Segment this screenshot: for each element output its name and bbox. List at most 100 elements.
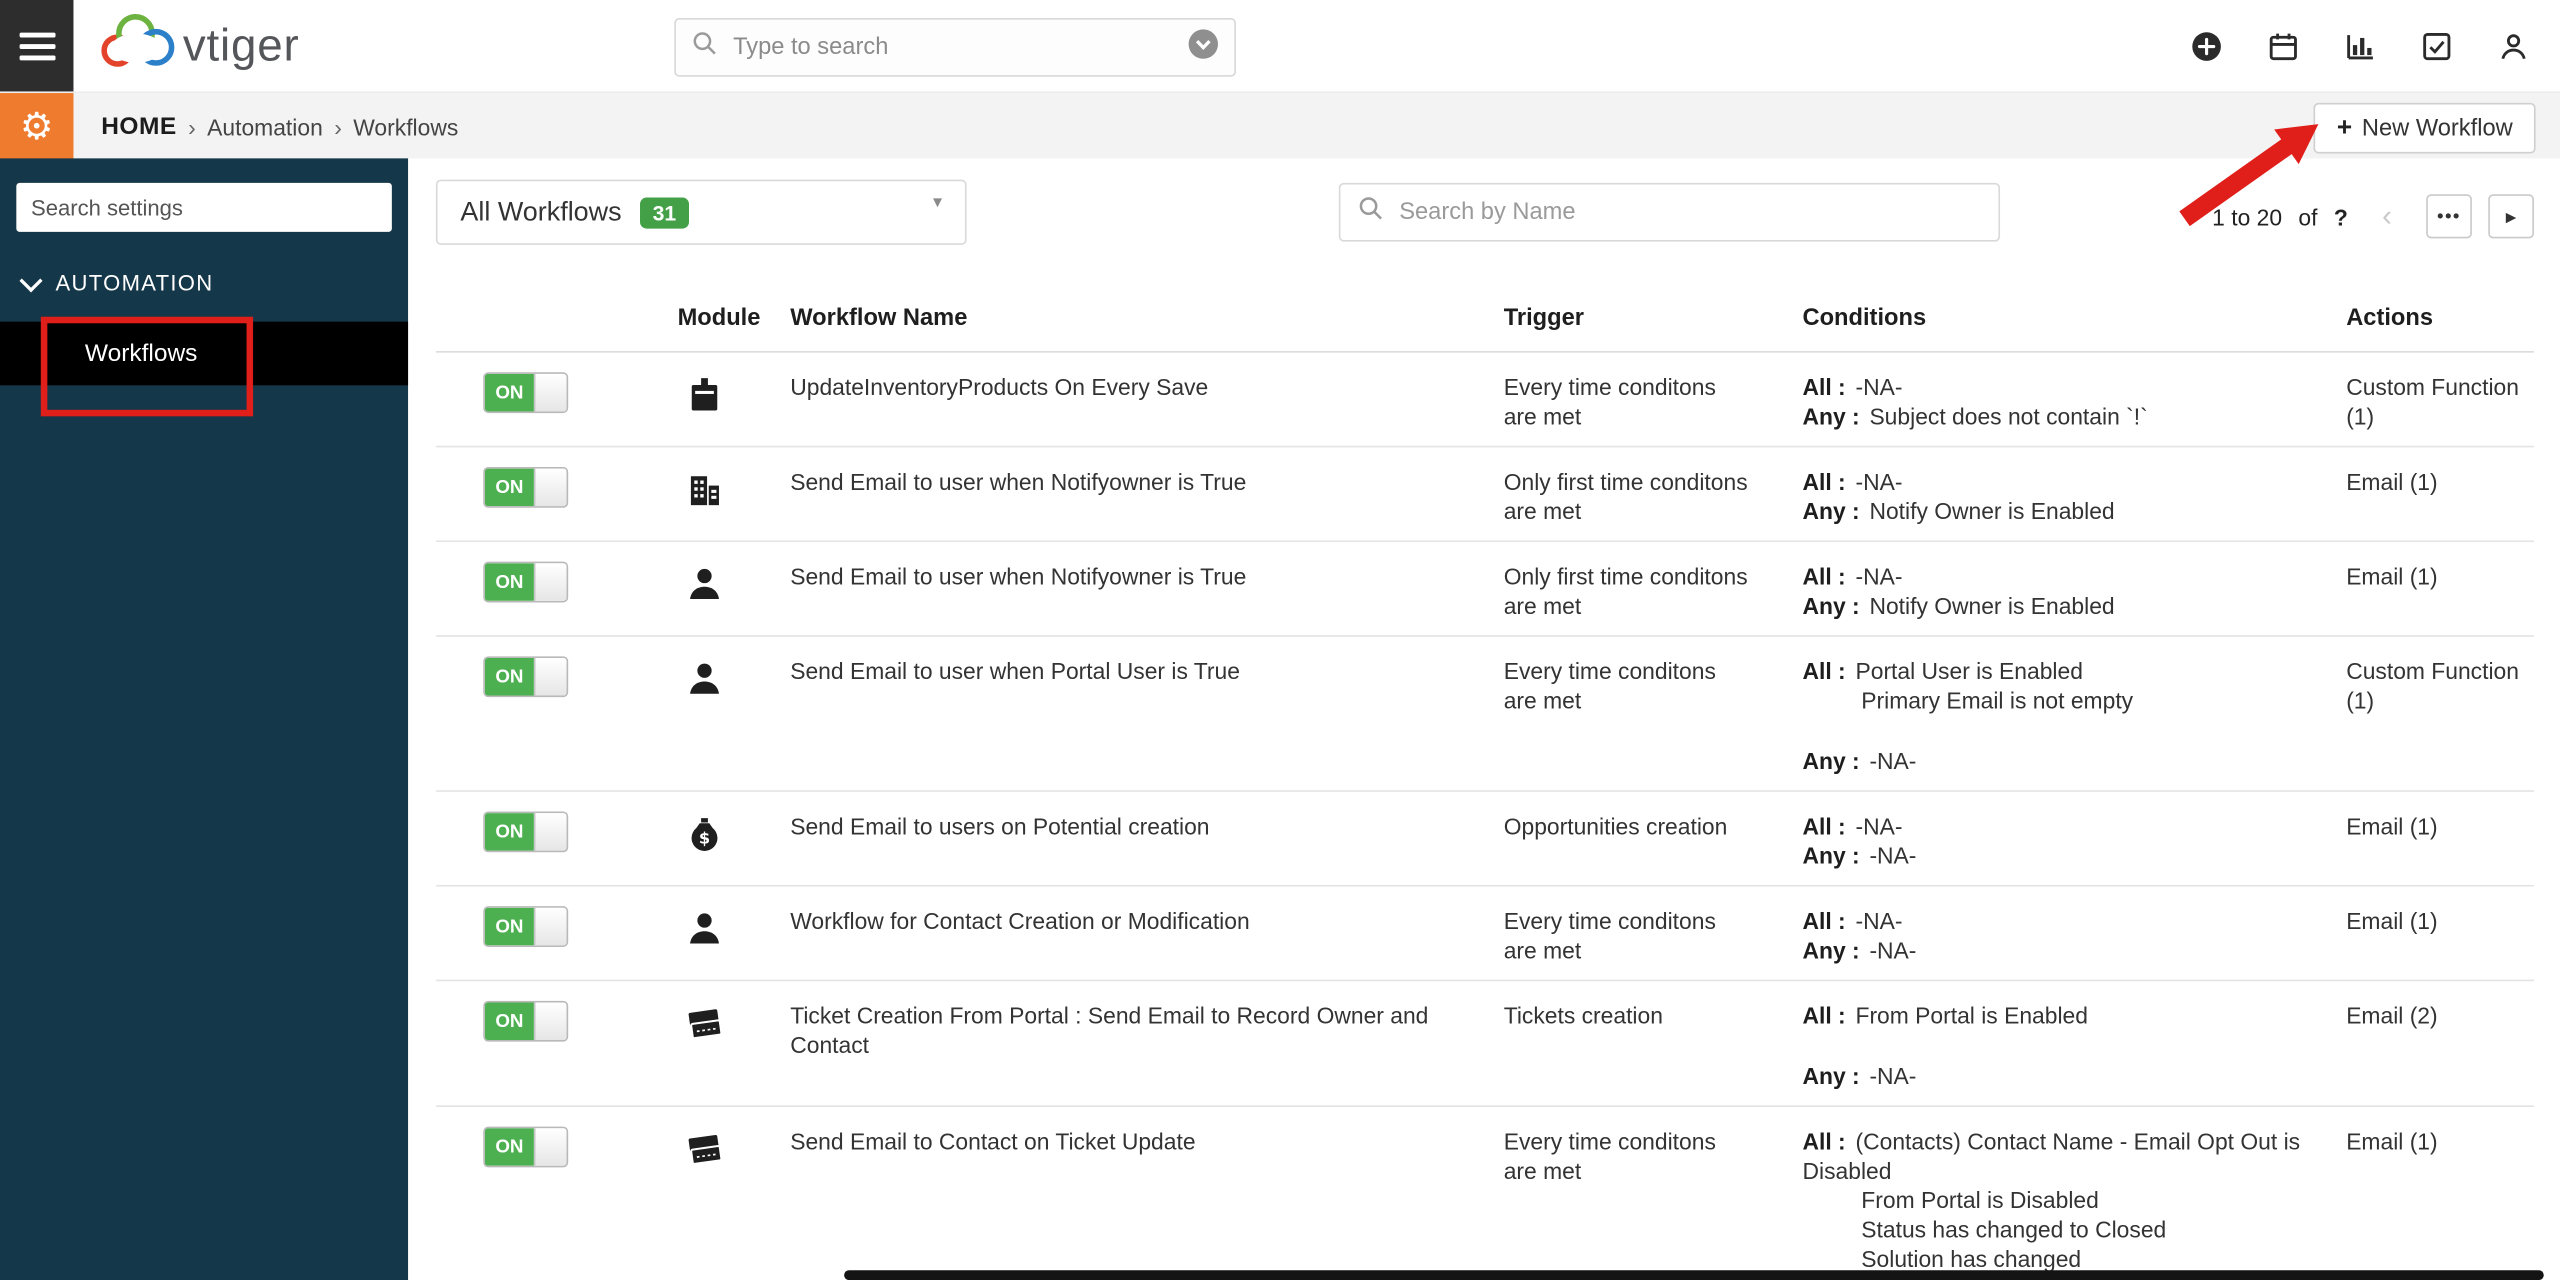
inventory-module-icon [682,372,724,414]
workflow-conditions: All : Portal User is Enabled Primary Email… [1788,637,2332,790]
cond-line: -NA- [1855,907,1903,934]
col-trigger: Trigger [1503,305,1584,332]
sidebar-section-automation[interactable]: AUTOMATION [0,232,408,296]
vtiger-logo[interactable]: vtiger [96,9,299,82]
toggle-knob [533,813,567,851]
workflow-name-link[interactable]: Send Email to users on Potential creatio… [771,792,1489,885]
pagination-total[interactable]: ? [2334,203,2348,229]
workflow-name-link[interactable]: Workflow for Contact Creation or Modific… [771,887,1489,980]
workflow-toggle[interactable]: ON [483,811,569,853]
workflow-actions: Custom Function (1) [2346,373,2519,430]
workflow-toggle[interactable]: ON [483,906,569,947]
workflow-trigger: Every time conditons are met [1503,1128,1716,1184]
workflow-toggle[interactable]: ON [483,1000,569,1042]
search-scope-chevron-icon[interactable] [1187,27,1220,68]
search-icon [1357,194,1385,230]
workflow-conditions: All : -NA- Any : Subject does not contain `… [1788,353,2332,446]
cond-line: -NA- [1855,563,1903,590]
workflow-actions: Email (1) [2346,1128,2438,1155]
settings-gear-icon[interactable]: ⚙ [0,93,74,161]
table-row: ON Send Email to user when Notifyowner is… [435,447,2534,543]
pagination: 1 to 20 of ? ‹ ••• ▸ [2212,194,2534,239]
svg-text:$: $ [698,828,709,847]
cond-all-label: All : [1802,657,1846,685]
sidebar-item-workflows[interactable]: Workflows [0,321,409,386]
breadcrumb-separator-icon: › [188,113,196,140]
tasks-icon[interactable] [2418,28,2454,64]
search-by-name-input[interactable] [1395,197,1983,227]
workflow-actions: Email (1) [2346,563,2438,590]
workflow-name-link[interactable]: Send Email to user when Notifyowner is T… [771,447,1489,540]
workflow-name-link[interactable]: Send Email to user when Notifyowner is T… [771,542,1489,635]
toggle-on-label: ON [484,1002,534,1041]
chevron-left-icon[interactable]: ‹ [2364,194,2410,239]
workflow-trigger: Only first time conditons are met [1503,468,1748,525]
breadcrumb-automation[interactable]: Automation [207,113,323,139]
hamburger-menu-icon[interactable] [0,0,74,92]
workflow-conditions: All : -NA- Any : -NA- [1788,792,2332,885]
toggle-on-label: ON [484,907,534,946]
cond-line: Primary Email is not empty [1861,687,2134,714]
topbar-actions [2188,28,2560,64]
cond-all-label: All : [1802,907,1846,934]
workflow-conditions: All : -NA- Any : Notify Owner is Enabled [1788,447,2332,540]
horizontal-scrollbar[interactable] [844,1270,2544,1280]
cond-line: -NA- [1855,813,1903,840]
cond-all-label: All : [1802,563,1846,590]
pagination-more-button[interactable]: ••• [2426,194,2472,239]
workflow-trigger: Opportunities creation [1503,813,1728,840]
workflow-name-link[interactable]: UpdateInventoryProducts On Every Save [771,353,1489,446]
workflow-conditions: All : -NA- Any : Notify Owner is Enabled [1788,542,2332,635]
cond-any-label: Any : [1802,747,1860,774]
col-module: Module [677,305,761,332]
cond-line: Solution has changed [1861,1245,2082,1272]
global-search-input[interactable] [729,32,1187,63]
workflow-actions: Email (1) [2346,468,2438,495]
cond-line: (Contacts) Contact Name - Email Opt Out … [1802,1128,2301,1184]
workflow-toggle[interactable]: ON [483,561,569,603]
cond-any-label: Any : [1802,842,1860,869]
workflow-name-link[interactable]: Send Email to user when Portal User is T… [771,637,1489,790]
breadcrumb-workflows[interactable]: Workflows [353,113,458,139]
workflow-toggle[interactable]: ON [483,372,569,414]
cond-any-label: Any : [1802,937,1860,964]
cond-line: Portal User is Enabled [1855,657,2083,685]
ticket-module-icon [682,1127,724,1169]
cond-any-label: Any : [1802,497,1860,525]
breadcrumb-separator-icon: › [334,113,342,140]
settings-sidebar: AUTOMATION Workflows [0,158,409,1280]
workflow-actions: Email (2) [2346,1002,2438,1029]
pagination-of: of [2298,203,2318,230]
cond-line: From Portal is Disabled [1861,1186,2099,1214]
chevron-right-icon[interactable]: ▸ [2488,194,2534,239]
workflow-conditions: All : -NA- Any : -NA- [1788,887,2332,980]
workflow-toggle[interactable]: ON [483,466,569,508]
table-row: ON Send Email to user when Portal User is… [435,637,2534,792]
vtiger-cloud-icon [96,9,178,82]
workflow-filter-select[interactable]: All Workflows 31 ▾ [435,179,967,245]
top-bar: vtiger [0,0,2560,94]
settings-search-input[interactable] [16,182,392,232]
col-workflow-name: Workflow Name [790,305,968,332]
calendar-icon[interactable] [2265,28,2301,64]
search-by-name[interactable] [1338,182,2001,242]
chart-icon[interactable] [2341,28,2377,64]
organization-module-icon [682,467,724,509]
user-icon[interactable] [2495,28,2531,64]
new-workflow-label: New Workflow [2361,115,2513,142]
new-workflow-button[interactable]: + New Workflow [2313,102,2536,154]
toggle-on-label: ON [484,563,534,601]
workflow-trigger: Only first time conditons are met [1503,563,1748,619]
chevron-down-icon [19,268,43,292]
workflow-toggle[interactable]: ON [483,1126,569,1168]
toggle-on-label: ON [484,1128,534,1166]
cond-line: Subject does not contain `!` [1869,403,2148,430]
add-circle-icon[interactable] [2188,28,2224,64]
global-search[interactable] [674,17,1236,77]
workflow-name-link[interactable]: Ticket Creation From Portal : Send Email… [771,981,1489,1105]
workflow-conditions: All : From Portal is Enabled Any : -NA- [1788,981,2332,1105]
workflow-name-link[interactable]: Send Email to Contact on Ticket Update [771,1107,1489,1280]
list-toolbar: All Workflows 31 ▾ 1 to 20 of ? ‹ ••• [435,179,2534,265]
workflow-toggle[interactable]: ON [483,656,569,698]
breadcrumb-home[interactable]: HOME [101,113,176,141]
